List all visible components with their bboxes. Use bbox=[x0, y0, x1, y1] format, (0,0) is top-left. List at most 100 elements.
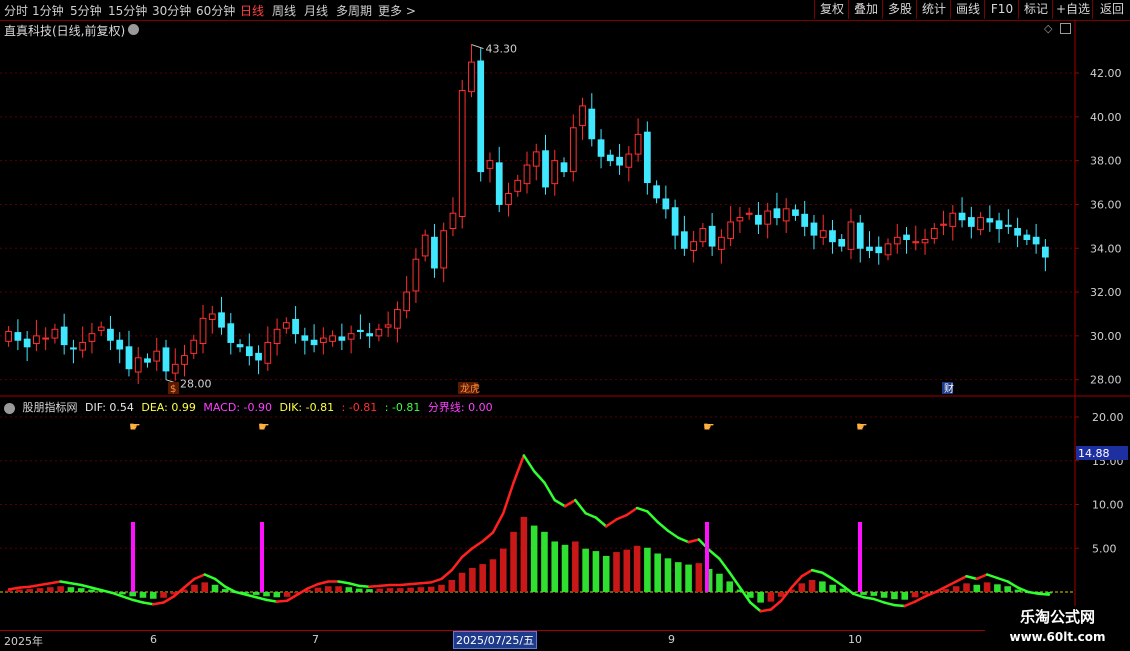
dif-line-segment bbox=[368, 584, 381, 588]
macd-bar bbox=[757, 592, 764, 603]
price-tick-label: 28.00 bbox=[1090, 374, 1122, 387]
macd-bar bbox=[26, 589, 34, 592]
dif-line-segment bbox=[419, 581, 433, 585]
macd-bar bbox=[57, 586, 64, 592]
candle-body bbox=[347, 333, 355, 340]
macd-bar bbox=[530, 525, 538, 592]
dif-line-segment bbox=[522, 454, 536, 473]
low-label: 28.00 bbox=[180, 378, 212, 391]
macd-bar bbox=[211, 584, 219, 592]
dif-line-segment bbox=[347, 582, 361, 588]
dif-line-segment bbox=[584, 512, 598, 519]
candle-body bbox=[14, 332, 22, 341]
macd-bar bbox=[263, 592, 270, 597]
candle-body bbox=[273, 328, 281, 345]
candle-body bbox=[449, 212, 457, 230]
candle-body bbox=[134, 357, 142, 373]
date-axis: 2025年 6 7 2025/07/25/五 9 10 bbox=[0, 630, 1075, 651]
candle-body bbox=[551, 160, 559, 185]
candle-body bbox=[866, 246, 873, 251]
candle-body bbox=[597, 139, 605, 157]
dif-line-segment bbox=[399, 582, 412, 587]
candle-body bbox=[5, 330, 12, 342]
candle-body bbox=[727, 221, 735, 239]
macd-bar bbox=[479, 564, 486, 592]
macd-bar bbox=[191, 584, 198, 592]
macd-bar bbox=[119, 592, 126, 595]
candle-body bbox=[190, 339, 198, 354]
candle-body bbox=[208, 313, 216, 320]
macd-bar bbox=[67, 587, 75, 592]
macd-bar bbox=[510, 531, 517, 592]
dif-line-segment bbox=[7, 586, 21, 591]
macd-bar bbox=[407, 587, 414, 592]
macd-bar bbox=[201, 582, 209, 592]
macd-bar bbox=[819, 581, 826, 592]
dif-line-segment bbox=[254, 596, 268, 602]
macd-bar bbox=[149, 592, 157, 599]
macd-bar bbox=[973, 584, 981, 592]
candle-body bbox=[977, 217, 984, 231]
candle-body bbox=[838, 238, 846, 247]
dif-line-segment bbox=[800, 568, 814, 578]
candle-body bbox=[51, 328, 59, 339]
macd-bar bbox=[901, 592, 909, 600]
dif-line-segment bbox=[337, 580, 351, 585]
legend-macd: MACD: -0.90 bbox=[203, 401, 272, 414]
macd-bar bbox=[695, 563, 703, 592]
candle-body bbox=[384, 324, 392, 328]
dif-line-segment bbox=[28, 583, 42, 588]
candle-body bbox=[884, 243, 892, 256]
candle-body bbox=[625, 153, 633, 168]
indicator-menu-icon[interactable] bbox=[4, 402, 15, 414]
candle-body bbox=[856, 222, 864, 249]
macd-bar bbox=[88, 589, 95, 592]
dif-line-segment bbox=[316, 580, 330, 586]
candle-body bbox=[60, 326, 68, 346]
dif-line-segment bbox=[862, 596, 876, 601]
macd-bar bbox=[829, 584, 836, 592]
indicator-name[interactable]: 股朋指标网 bbox=[23, 401, 78, 414]
macd-bar bbox=[499, 548, 507, 592]
candle-body bbox=[847, 221, 855, 250]
chart-canvas[interactable]: 28.00 30.00 32.00 34.00 36.00 38.00 40.00 42.00… bbox=[0, 0, 1130, 650]
dif-line-segment bbox=[749, 601, 762, 613]
dif-line-segment bbox=[604, 518, 618, 528]
macd-bar bbox=[77, 588, 85, 592]
macd-bar bbox=[551, 541, 559, 592]
dif-line-segment bbox=[975, 573, 989, 581]
candle-body bbox=[875, 246, 883, 254]
candle-body bbox=[329, 335, 336, 342]
macd-bar bbox=[355, 588, 363, 592]
dif-line-segment bbox=[769, 599, 783, 611]
candle-body bbox=[319, 337, 327, 343]
candle-body bbox=[486, 160, 494, 169]
dif-line-segment bbox=[18, 585, 31, 589]
macd-bar bbox=[417, 587, 425, 592]
candle-body bbox=[23, 338, 31, 348]
candle-body bbox=[1023, 234, 1031, 240]
candle-body bbox=[125, 346, 133, 370]
hand-pointer-icon: ☛ bbox=[258, 420, 270, 435]
legend-value-red: : -0.81 bbox=[341, 401, 378, 414]
macd-bar bbox=[654, 553, 661, 592]
candle-body bbox=[829, 230, 836, 243]
candle-body bbox=[986, 218, 994, 223]
price-tick-label: 38.00 bbox=[1090, 155, 1122, 168]
macd-bar bbox=[685, 564, 692, 592]
x-label-year: 2025年 bbox=[4, 635, 43, 648]
candle-body bbox=[116, 339, 124, 350]
candle-body bbox=[33, 335, 40, 345]
candle-body bbox=[227, 323, 235, 343]
candle-body bbox=[282, 322, 290, 329]
dif-line-segment bbox=[460, 547, 474, 559]
hand-pointer-icon: ☛ bbox=[703, 420, 715, 435]
price-tick-label: 30.00 bbox=[1090, 330, 1122, 343]
macd-bar bbox=[870, 592, 878, 596]
candle-body bbox=[1004, 224, 1012, 227]
candle-body bbox=[958, 212, 966, 221]
candle-body bbox=[199, 317, 207, 345]
macd-bar bbox=[427, 586, 435, 592]
watermark-title: 乐淘公式网 bbox=[1019, 608, 1095, 626]
candle-body bbox=[662, 198, 670, 210]
